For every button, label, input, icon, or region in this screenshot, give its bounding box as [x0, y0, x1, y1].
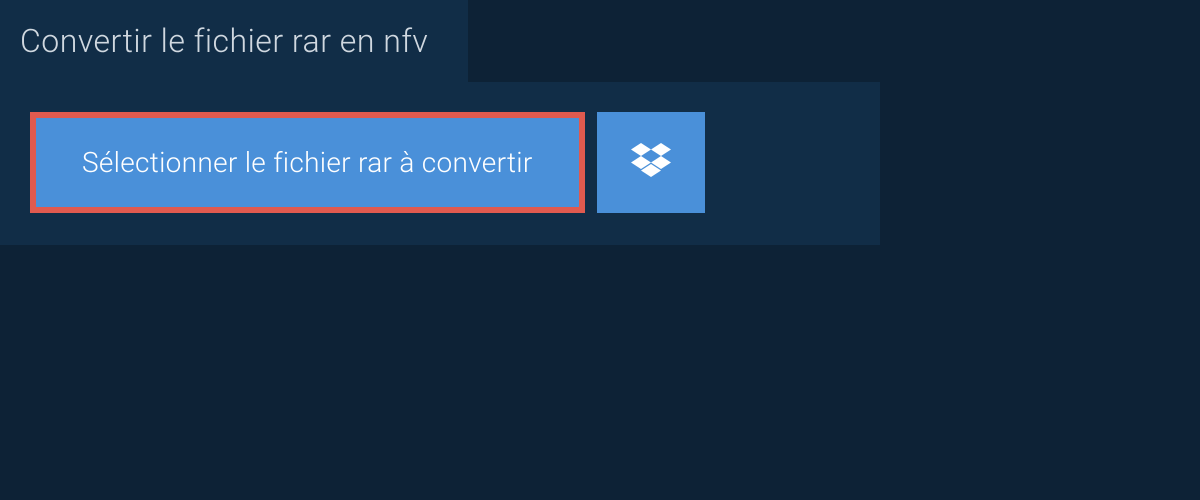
dropbox-icon	[631, 143, 671, 183]
button-row: Sélectionner le fichier rar à convertir	[30, 112, 850, 213]
select-file-button[interactable]: Sélectionner le fichier rar à convertir	[30, 112, 585, 213]
dropbox-button[interactable]	[597, 112, 705, 213]
page-title: Convertir le fichier rar en nfv	[20, 22, 428, 60]
content-panel: Sélectionner le fichier rar à convertir	[0, 82, 880, 245]
header-tab: Convertir le fichier rar en nfv	[0, 0, 468, 82]
select-file-label: Sélectionner le fichier rar à convertir	[82, 146, 533, 179]
